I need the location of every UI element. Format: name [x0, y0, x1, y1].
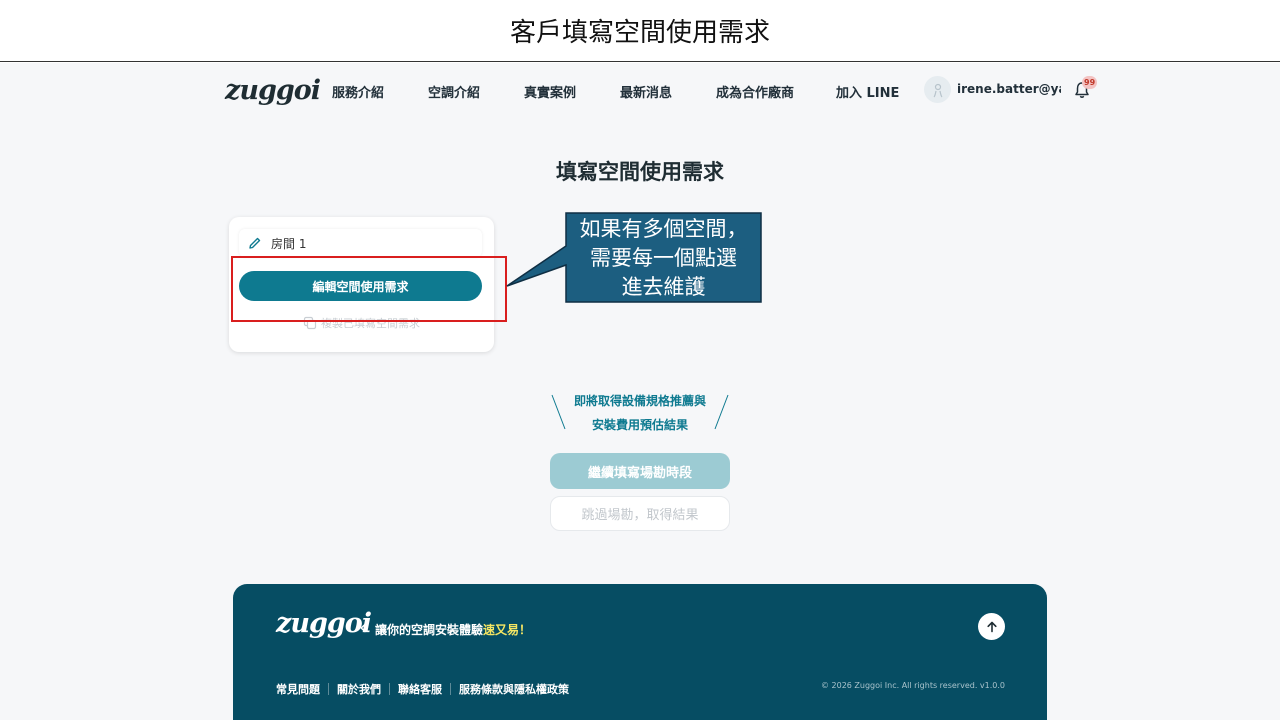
nav-item-partner[interactable]: 成為合作廠商 — [716, 82, 794, 101]
slogan-highlight: 速又易！ — [483, 623, 532, 637]
room-label: 房間 1 — [271, 236, 307, 251]
copyright: © 2026 Zuggoi Inc. All rights reserved. … — [820, 681, 1005, 690]
teaser-line-1: 即將取得設備規格推薦與 — [573, 394, 706, 408]
arrow-up-icon — [986, 621, 997, 632]
nav-item-news[interactable]: 最新消息 — [620, 82, 672, 101]
footer-link-about[interactable]: 關於我們 — [337, 681, 381, 697]
callout-line: 如果有多個空間， — [579, 217, 748, 241]
webpage: zuggoi 服務介紹 空調介紹 真實案例 最新消息 成為合作廠商 加入 LIN… — [0, 63, 1280, 720]
footer-link-faq[interactable]: 常見問題 — [276, 681, 320, 697]
nav-item-line[interactable]: 加入 LINE — [836, 82, 899, 101]
footer-logo[interactable]: zuggoi — [276, 608, 372, 639]
callout-line: 進去維護 — [621, 275, 706, 299]
footer-link-support[interactable]: 聯絡客服 — [398, 681, 442, 697]
zuggoi-logo[interactable]: zuggoi — [225, 75, 321, 106]
nav-item-services[interactable]: 服務介紹 — [332, 82, 384, 101]
teaser-line-2: 安裝費用預估結果 — [591, 418, 688, 432]
slide-title: 客戶填寫空間使用需求 — [0, 0, 1280, 62]
chevron-left-icon: ‹ — [359, 615, 367, 639]
slogan-text: 讓你的空調安裝體驗 — [375, 623, 484, 637]
link-divider — [328, 683, 329, 695]
callout-text: 如果有多個空間， 需要每一個點選 進去維護 — [566, 213, 761, 302]
room-item[interactable]: 房間 1 — [239, 229, 482, 257]
pencil-icon — [249, 237, 261, 249]
footer-links: 常見問題 關於我們 聯絡客服 服務條款與隱私權政策 — [276, 681, 569, 697]
footer-link-terms[interactable]: 服務條款與隱私權政策 — [459, 681, 569, 697]
page-title: 填寫空間使用需求 — [556, 160, 724, 184]
nav-item-cases[interactable]: 真實案例 — [524, 82, 576, 101]
footer-slogan: 讓你的空調安裝體驗速又易！ — [375, 621, 531, 638]
nav-item-aircon[interactable]: 空調介紹 — [428, 82, 480, 101]
continue-survey-button[interactable]: 繼續填寫場勘時段 — [550, 453, 730, 489]
user-email[interactable]: irene.batter@yah··· — [957, 82, 1061, 96]
notification-badge: 99 — [1082, 76, 1098, 89]
highlight-box — [231, 256, 507, 322]
back-to-top-button[interactable] — [978, 613, 1005, 640]
avatar-icon — [933, 83, 942, 97]
link-divider — [450, 683, 451, 695]
result-teaser: 即將取得設備規格推薦與 安裝費用預估結果 — [550, 386, 730, 432]
link-divider — [389, 683, 390, 695]
skip-survey-button[interactable]: 跳過場勘，取得結果 — [550, 496, 730, 531]
avatar[interactable] — [924, 76, 951, 103]
footer: zuggoi ‹ 讓你的空調安裝體驗速又易！ 常見問題 關於我們 聯絡客服 服務… — [233, 584, 1047, 720]
callout-line: 需要每一個點選 — [590, 246, 737, 270]
